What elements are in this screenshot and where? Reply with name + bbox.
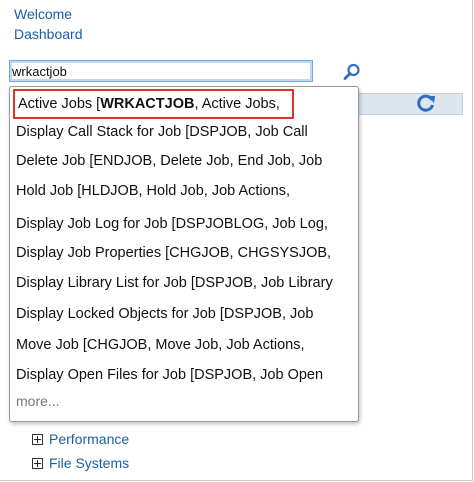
expand-icon[interactable]	[32, 457, 43, 469]
more-suggestions-link[interactable]: more...	[16, 393, 60, 409]
suggestion-item[interactable]: Display Locked Objects for Job [DSPJOB, …	[16, 303, 313, 325]
search-box	[9, 60, 360, 84]
suggestion-item[interactable]: Display Open Files for Job [DSPJOB, Job …	[16, 364, 323, 386]
expand-icon[interactable]	[32, 433, 43, 445]
suggestion-item[interactable]: Display Library List for Job [DSPJOB, Jo…	[16, 272, 333, 294]
suggestion-item[interactable]: Move Job [CHGJOB, Move Job, Job Actions,	[16, 334, 305, 356]
dashboard-link[interactable]: Dashboard	[14, 26, 83, 42]
suggestion-match: WRKACTJOB	[100, 96, 195, 112]
suggestion-item-active-jobs[interactable]: Active Jobs [WRKACTJOB, Active Jobs,	[13, 89, 294, 119]
suggestion-text: , Active Jobs,	[194, 96, 280, 112]
search-suggestions-dropdown: Active Jobs [WRKACTJOB, Active Jobs, Dis…	[9, 86, 359, 422]
suggestion-item[interactable]: Display Call Stack for Job [DSPJOB, Job …	[16, 121, 308, 143]
suggestion-item[interactable]: Hold Job [HLDJOB, Hold Job, Job Actions,	[16, 180, 290, 202]
suggestion-item[interactable]: Display Job Log for Job [DSPJOBLOG, Job …	[16, 213, 328, 235]
tree-item-performance[interactable]: Performance	[32, 430, 129, 448]
page-frame: Welcome Dashboard Performance File Syste…	[0, 0, 473, 481]
suggestion-text: Active Jobs [	[18, 96, 101, 112]
suggestion-item[interactable]: Delete Job [ENDJOB, Delete Job, End Job,…	[16, 150, 322, 172]
search-icon	[343, 63, 360, 80]
tree-item-label: File Systems	[49, 455, 130, 471]
tree-item-label: Performance	[49, 431, 130, 447]
refresh-icon[interactable]	[415, 92, 437, 114]
search-button[interactable]	[340, 60, 364, 84]
welcome-link[interactable]: Welcome	[14, 6, 72, 22]
search-input[interactable]	[9, 60, 313, 82]
suggestion-item[interactable]: Display Job Properties [CHGJOB, CHGSYSJO…	[16, 242, 331, 264]
tree-item-file-systems[interactable]: File Systems	[32, 454, 129, 472]
